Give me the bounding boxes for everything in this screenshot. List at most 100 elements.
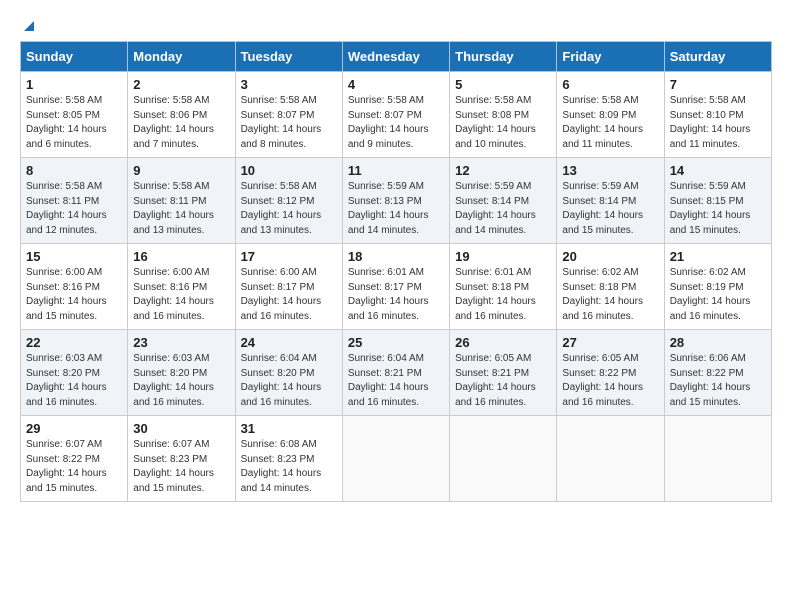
calendar-cell: 25 Sunrise: 6:04 AMSunset: 8:21 PMDayligh… — [342, 330, 449, 416]
calendar-cell: 27Sunrise: 6:05 AMSunset: 8:22 PMDayligh… — [557, 330, 664, 416]
calendar-cell: 20 Sunrise: 6:02 AMSunset: 8:18 PMDayligh… — [557, 244, 664, 330]
calendar-cell: 3 Sunrise: 5:58 AMSunset: 8:07 PMDaylight… — [235, 72, 342, 158]
day-detail: Sunrise: 5:58 AMSunset: 8:12 PMDaylight:… — [241, 180, 337, 238]
calendar-cell — [557, 416, 664, 502]
calendar-table: SundayMondayTuesdayWednesdayThursdayFrid… — [20, 41, 772, 502]
day-detail: Sunrise: 5:58 AMSunset: 8:09 PMDaylight:… — [562, 94, 658, 152]
day-number: 30 — [133, 421, 229, 436]
day-detail: Sunrise: 5:58 AMSunset: 8:08 PMDaylight:… — [455, 94, 551, 152]
calendar-cell: 22 Sunrise: 6:03 AMSunset: 8:20 PMDayligh… — [21, 330, 128, 416]
day-detail: Sunrise: 6:02 AMSunset: 8:19 PMDaylight:… — [670, 266, 766, 324]
day-detail: Sunrise: 5:58 AMSunset: 8:07 PMDaylight:… — [348, 94, 444, 152]
day-number: 26 — [455, 335, 551, 350]
weekday-header-saturday: Saturday — [664, 42, 771, 72]
calendar-cell: 18 Sunrise: 6:01 AMSunset: 8:17 PMDayligh… — [342, 244, 449, 330]
day-number: 10 — [241, 163, 337, 178]
day-detail: Sunrise: 6:07 AMSunset: 8:23 PMDaylight:… — [133, 438, 229, 496]
calendar-cell: 16Sunrise: 6:00 AMSunset: 8:16 PMDayligh… — [128, 244, 235, 330]
page: SundayMondayTuesdayWednesdayThursdayFrid… — [0, 0, 792, 514]
day-number: 18 — [348, 249, 444, 264]
logo — [20, 18, 36, 33]
day-detail: Sunrise: 6:08 AMSunset: 8:23 PMDaylight:… — [241, 438, 337, 496]
calendar-cell: 21 Sunrise: 6:02 AMSunset: 8:19 PMDayligh… — [664, 244, 771, 330]
calendar-cell: 1 Sunrise: 5:58 AMSunset: 8:05 PMDaylight… — [21, 72, 128, 158]
calendar-cell — [450, 416, 557, 502]
day-detail: Sunrise: 6:01 AMSunset: 8:18 PMDaylight:… — [455, 266, 551, 324]
day-detail: Sunrise: 6:04 AMSunset: 8:21 PMDaylight:… — [348, 352, 444, 410]
calendar-cell: 11 Sunrise: 5:59 AMSunset: 8:13 PMDayligh… — [342, 158, 449, 244]
day-detail: Sunrise: 6:03 AMSunset: 8:20 PMDaylight:… — [26, 352, 122, 410]
day-detail: Sunrise: 6:05 AMSunset: 8:21 PMDaylight:… — [455, 352, 551, 410]
calendar-week-2: 8Sunrise: 5:58 AMSunset: 8:11 PMDaylight… — [21, 158, 772, 244]
day-number: 29 — [26, 421, 122, 436]
day-number: 28 — [670, 335, 766, 350]
day-number: 2 — [133, 77, 229, 92]
weekday-header-friday: Friday — [557, 42, 664, 72]
day-detail: Sunrise: 5:58 AMSunset: 8:11 PMDaylight:… — [26, 180, 122, 238]
day-number: 11 — [348, 163, 444, 178]
day-detail: Sunrise: 6:05 AMSunset: 8:22 PMDaylight:… — [562, 352, 658, 410]
day-number: 22 — [26, 335, 122, 350]
day-number: 16 — [133, 249, 229, 264]
day-number: 5 — [455, 77, 551, 92]
day-detail: Sunrise: 6:00 AMSunset: 8:16 PMDaylight:… — [26, 266, 122, 324]
day-detail: Sunrise: 6:06 AMSunset: 8:22 PMDaylight:… — [670, 352, 766, 410]
day-number: 13 — [562, 163, 658, 178]
day-detail: Sunrise: 5:59 AMSunset: 8:14 PMDaylight:… — [562, 180, 658, 238]
weekday-header-monday: Monday — [128, 42, 235, 72]
day-number: 25 — [348, 335, 444, 350]
day-number: 15 — [26, 249, 122, 264]
calendar-cell: 7 Sunrise: 5:58 AMSunset: 8:10 PMDaylight… — [664, 72, 771, 158]
calendar-cell: 13 Sunrise: 5:59 AMSunset: 8:14 PMDayligh… — [557, 158, 664, 244]
calendar-cell: 17Sunrise: 6:00 AMSunset: 8:17 PMDayligh… — [235, 244, 342, 330]
day-number: 19 — [455, 249, 551, 264]
calendar-cell: 24 Sunrise: 6:04 AMSunset: 8:20 PMDayligh… — [235, 330, 342, 416]
day-number: 12 — [455, 163, 551, 178]
weekday-header-wednesday: Wednesday — [342, 42, 449, 72]
day-detail: Sunrise: 6:02 AMSunset: 8:18 PMDaylight:… — [562, 266, 658, 324]
logo-triangle-icon — [22, 19, 36, 33]
calendar-week-4: 22 Sunrise: 6:03 AMSunset: 8:20 PMDayligh… — [21, 330, 772, 416]
day-number: 6 — [562, 77, 658, 92]
calendar-cell: 19 Sunrise: 6:01 AMSunset: 8:18 PMDayligh… — [450, 244, 557, 330]
day-number: 20 — [562, 249, 658, 264]
day-detail: Sunrise: 6:00 AMSunset: 8:17 PMDaylight:… — [241, 266, 337, 324]
day-detail: Sunrise: 6:03 AMSunset: 8:20 PMDaylight:… — [133, 352, 229, 410]
day-detail: Sunrise: 5:58 AMSunset: 8:10 PMDaylight:… — [670, 94, 766, 152]
calendar-body: 1 Sunrise: 5:58 AMSunset: 8:05 PMDaylight… — [21, 72, 772, 502]
calendar-cell: 31Sunrise: 6:08 AMSunset: 8:23 PMDayligh… — [235, 416, 342, 502]
calendar-week-3: 15 Sunrise: 6:00 AMSunset: 8:16 PMDayligh… — [21, 244, 772, 330]
day-number: 3 — [241, 77, 337, 92]
header — [20, 18, 772, 33]
calendar-cell: 5 Sunrise: 5:58 AMSunset: 8:08 PMDaylight… — [450, 72, 557, 158]
day-number: 23 — [133, 335, 229, 350]
calendar-cell: 12Sunrise: 5:59 AMSunset: 8:14 PMDayligh… — [450, 158, 557, 244]
day-number: 9 — [133, 163, 229, 178]
day-detail: Sunrise: 6:01 AMSunset: 8:17 PMDaylight:… — [348, 266, 444, 324]
day-detail: Sunrise: 5:58 AMSunset: 8:06 PMDaylight:… — [133, 94, 229, 152]
weekday-header-thursday: Thursday — [450, 42, 557, 72]
day-detail: Sunrise: 6:04 AMSunset: 8:20 PMDaylight:… — [241, 352, 337, 410]
day-number: 21 — [670, 249, 766, 264]
calendar-week-5: 29 Sunrise: 6:07 AMSunset: 8:22 PMDayligh… — [21, 416, 772, 502]
weekday-header-tuesday: Tuesday — [235, 42, 342, 72]
calendar-cell: 9Sunrise: 5:58 AMSunset: 8:11 PMDaylight… — [128, 158, 235, 244]
day-number: 4 — [348, 77, 444, 92]
day-detail: Sunrise: 5:58 AMSunset: 8:07 PMDaylight:… — [241, 94, 337, 152]
calendar-cell: 23 Sunrise: 6:03 AMSunset: 8:20 PMDayligh… — [128, 330, 235, 416]
calendar-header: SundayMondayTuesdayWednesdayThursdayFrid… — [21, 42, 772, 72]
day-detail: Sunrise: 5:59 AMSunset: 8:15 PMDaylight:… — [670, 180, 766, 238]
day-number: 24 — [241, 335, 337, 350]
weekday-row: SundayMondayTuesdayWednesdayThursdayFrid… — [21, 42, 772, 72]
calendar-cell: 2 Sunrise: 5:58 AMSunset: 8:06 PMDaylight… — [128, 72, 235, 158]
calendar-week-1: 1 Sunrise: 5:58 AMSunset: 8:05 PMDaylight… — [21, 72, 772, 158]
day-detail: Sunrise: 5:59 AMSunset: 8:13 PMDaylight:… — [348, 180, 444, 238]
calendar-cell: 14Sunrise: 5:59 AMSunset: 8:15 PMDayligh… — [664, 158, 771, 244]
calendar-cell: 29 Sunrise: 6:07 AMSunset: 8:22 PMDayligh… — [21, 416, 128, 502]
day-number: 1 — [26, 77, 122, 92]
calendar-cell: 28 Sunrise: 6:06 AMSunset: 8:22 PMDayligh… — [664, 330, 771, 416]
day-detail: Sunrise: 5:58 AMSunset: 8:05 PMDaylight:… — [26, 94, 122, 152]
day-number: 7 — [670, 77, 766, 92]
day-detail: Sunrise: 6:07 AMSunset: 8:22 PMDaylight:… — [26, 438, 122, 496]
calendar-cell: 15 Sunrise: 6:00 AMSunset: 8:16 PMDayligh… — [21, 244, 128, 330]
